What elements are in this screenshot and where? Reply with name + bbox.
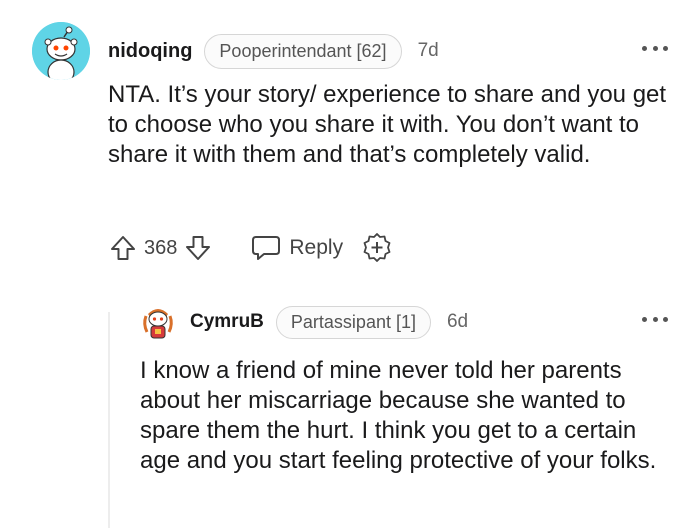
downvote-arrow-icon[interactable] — [183, 233, 213, 263]
user-flair: Pooperintendant [62] — [204, 33, 402, 69]
user-avatar[interactable] — [140, 304, 176, 340]
username[interactable]: CymruB — [190, 311, 264, 333]
reply-label: Reply — [289, 236, 344, 259]
reply-button[interactable]: Reply — [251, 234, 343, 262]
user-avatar[interactable] — [32, 22, 90, 80]
comment-body: NTA. It’s your story/ experience to shar… — [108, 81, 667, 168]
timestamp: 6d — [446, 311, 469, 332]
add-award-icon — [363, 233, 391, 262]
award-button[interactable] — [361, 232, 393, 264]
comment-meta: CymruB Partassipant [1] 6d — [190, 305, 468, 339]
comment-actions: 368 Reply — [108, 230, 393, 266]
comment: nidoqing Pooperintendant [62] 7d NTA. It… — [0, 0, 700, 290]
more-options-icon[interactable] — [642, 315, 668, 323]
custom-snoo-avatar-icon — [140, 304, 176, 340]
timestamp: 7d — [417, 40, 439, 61]
more-options-icon[interactable] — [642, 44, 668, 52]
comment-body: I know a friend of mine never told her p… — [140, 357, 657, 474]
upvote-arrow-icon[interactable] — [108, 233, 138, 263]
comment-meta: nidoqing Pooperintendant [62] 7d — [108, 32, 439, 70]
speech-bubble-icon — [252, 236, 281, 260]
snoo-avatar-icon — [32, 22, 90, 80]
vote-score: 368 — [144, 236, 178, 259]
username[interactable]: nidoqing — [108, 40, 192, 63]
user-flair: Partassipant [1] — [275, 305, 431, 339]
